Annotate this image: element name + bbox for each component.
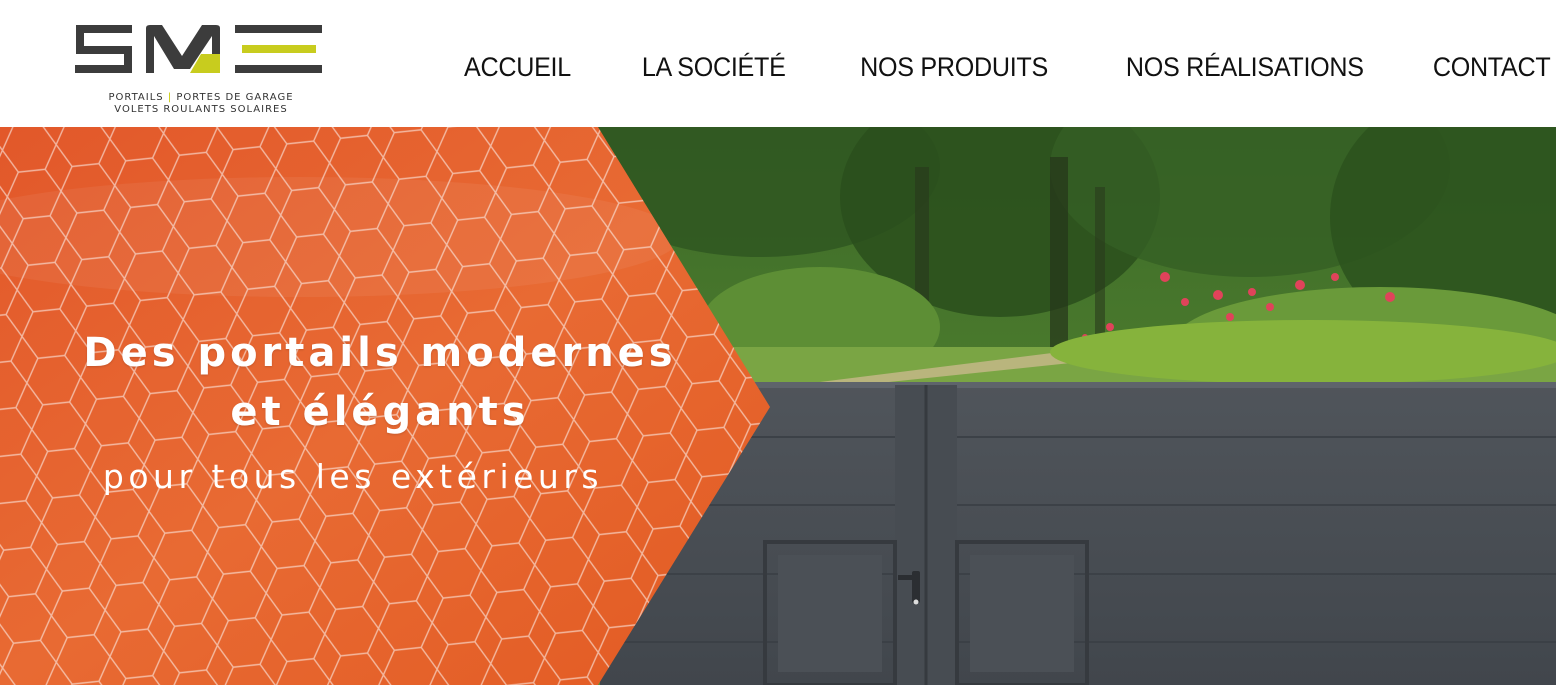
logo-tagline-line1: PORTAILS | PORTES DE GARAGE <box>108 92 294 103</box>
hero-title-line1: Des portails modernes <box>83 330 677 376</box>
brand-logo[interactable]: PORTAILS | PORTES DE GARAGE VOLETS ROULA… <box>70 18 332 118</box>
nav-item-la-societe[interactable]: LA SOCIÉTÉ <box>642 52 786 83</box>
hero-subtitle: pour tous les extérieurs <box>102 457 604 496</box>
nav-item-accueil[interactable]: ACCUEIL <box>464 52 571 83</box>
logo-tagline-line2: VOLETS ROULANTS SOLAIRES <box>114 104 288 115</box>
nav-item-contact[interactable]: CONTACT <box>1432 52 1550 83</box>
nav-item-nos-produits[interactable]: NOS PRODUITS <box>860 52 1048 83</box>
main-nav: ACCUEIL LA SOCIÉTÉ NOS PRODUITS NOS RÉAL… <box>456 50 1550 84</box>
hero-banner: Des portails modernes et élégants pour t… <box>0 127 1556 685</box>
sme-logo-mark <box>75 25 322 73</box>
site-header: PORTAILS | PORTES DE GARAGE VOLETS ROULA… <box>0 0 1556 127</box>
nav-item-nos-realisations[interactable]: NOS RÉALISATIONS <box>1126 52 1364 83</box>
hero-title-line2: et élégants <box>230 389 530 435</box>
